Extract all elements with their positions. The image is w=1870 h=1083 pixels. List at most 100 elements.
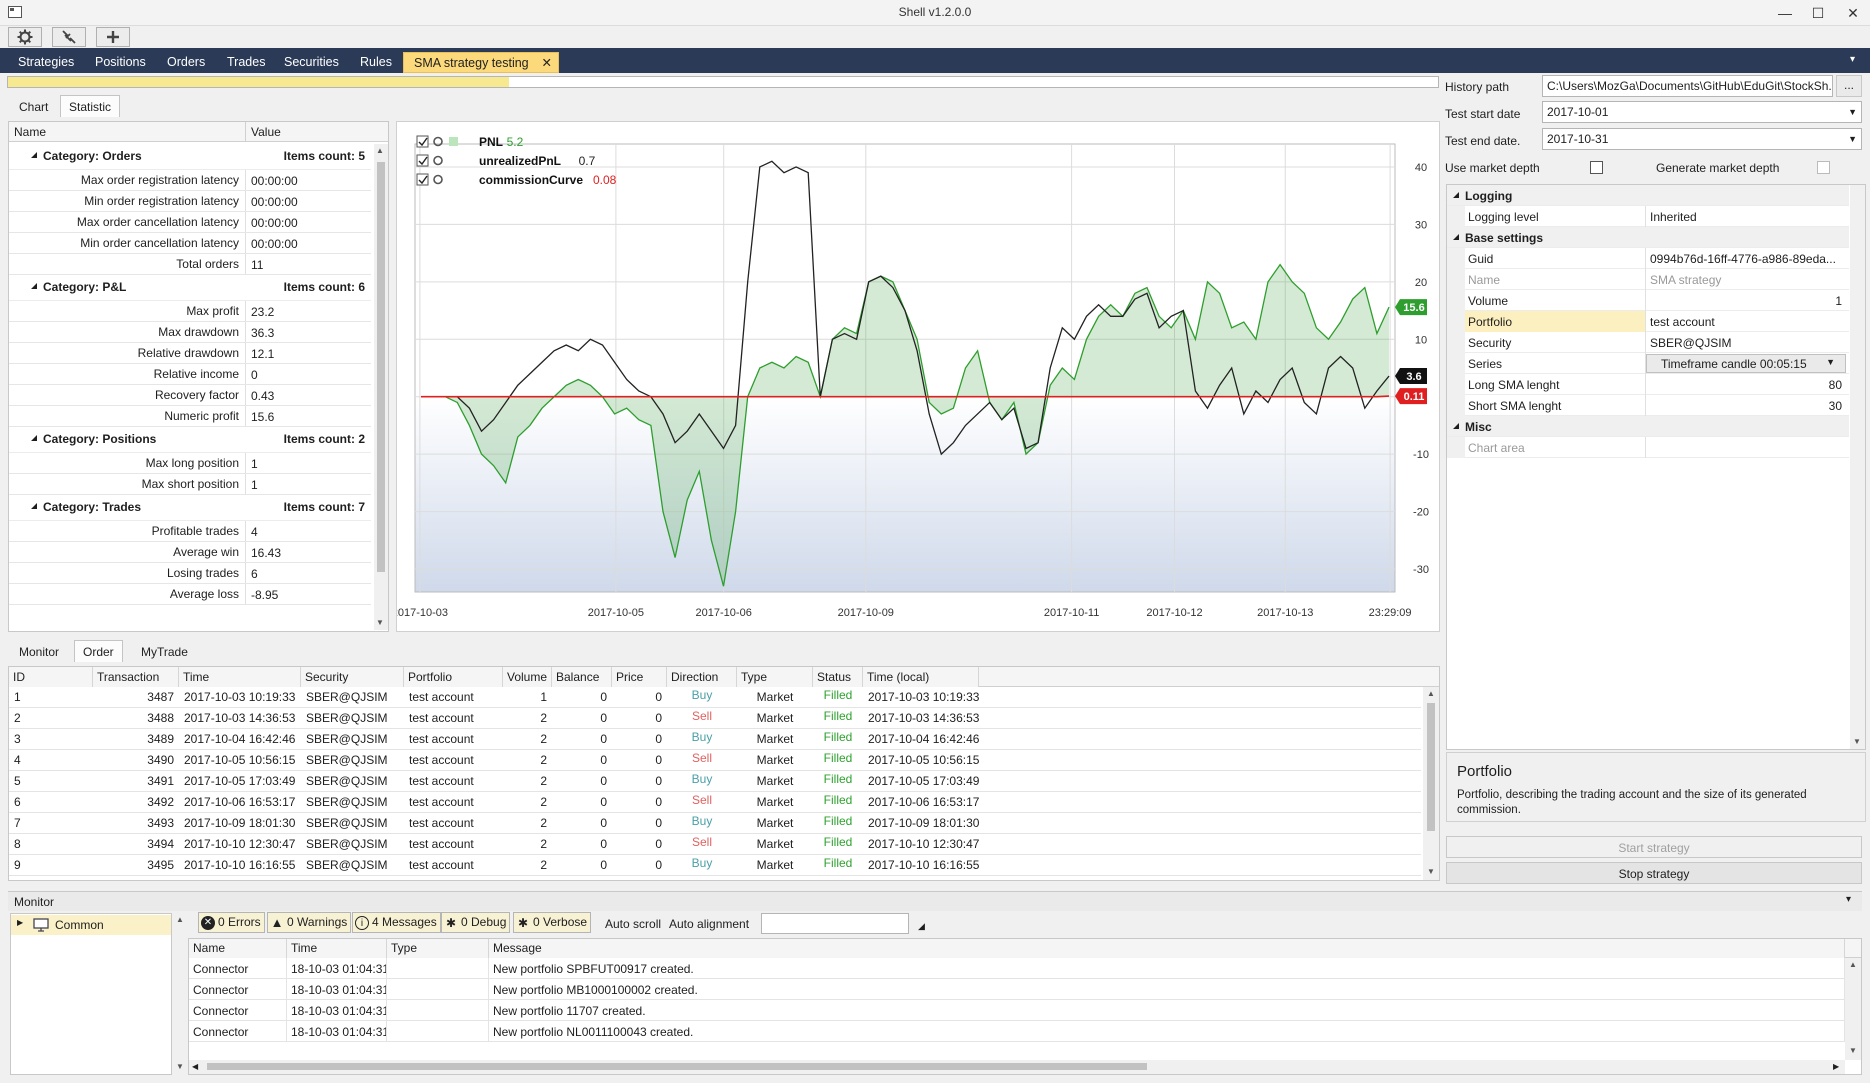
tab-chart[interactable]: Chart [11, 96, 56, 118]
property-value[interactable]: 1 [1646, 294, 1842, 308]
orders-scrollbar[interactable]: ▲ ▼ [1423, 687, 1439, 880]
property-row[interactable]: Portfolio test account [1447, 311, 1849, 332]
property-value[interactable]: Inherited [1646, 210, 1846, 224]
start-date-picker[interactable]: 2017-10-01 ▼ [1542, 101, 1862, 123]
statistic-row[interactable]: Min order registration latency 00:00:00 [9, 191, 371, 212]
scroll-right-icon[interactable]: ▶ [1833, 1062, 1839, 1071]
statistic-row[interactable]: Max profit 23.2 [9, 301, 371, 322]
monitor-search-input[interactable] [761, 913, 909, 934]
scroll-left-icon[interactable]: ◀ [192, 1062, 198, 1071]
statistic-row[interactable]: Recovery factor 0.43 [9, 385, 371, 406]
orders-column-header[interactable]: Portfolio [404, 667, 503, 687]
table-row[interactable]: 1 3487 2017-10-03 10:19:33 SBER@QJSIM test a… [9, 687, 1421, 708]
scroll-up-icon[interactable]: ▲ [1849, 960, 1857, 969]
property-row[interactable]: Logging level Inherited [1447, 206, 1849, 227]
hscroll-thumb[interactable] [207, 1063, 1147, 1070]
expand-icon[interactable]: ▶ [17, 918, 23, 927]
pnl-chart[interactable]: 403020100-10-20-302017-10-032017-10-0520… [392, 122, 1439, 631]
tab-positions[interactable]: Positions [85, 52, 156, 73]
statistic-row[interactable]: Max order cancellation latency 00:00:00 [9, 212, 371, 233]
scroll-thumb[interactable] [1427, 703, 1435, 831]
tab-sma-strategy-testing[interactable]: SMA strategy testing ✕ [403, 52, 559, 73]
log-column-header[interactable]: Message [489, 939, 1845, 958]
gear-icon[interactable] [433, 174, 443, 185]
orders-column-header[interactable]: Security [301, 667, 404, 687]
statistic-row[interactable]: Relative drawdown 12.1 [9, 343, 371, 364]
scroll-down-icon[interactable]: ▼ [176, 1062, 184, 1071]
tab-order[interactable]: Order [74, 640, 123, 662]
gear-icon[interactable] [433, 155, 443, 166]
statistic-category[interactable]: ◢ Category: Positions Items count: 2 [9, 427, 371, 453]
close-button[interactable]: ✕ [1838, 2, 1868, 24]
property-value[interactable]: test account [1646, 315, 1846, 329]
property-value[interactable]: 30 [1646, 399, 1842, 413]
property-row[interactable]: Series Timeframe candle 00:05:15 ▼ [1447, 353, 1849, 374]
statistic-row[interactable]: Total orders 11 [9, 254, 371, 275]
log-scrollbar[interactable]: ▲ ▼ [1845, 958, 1861, 1060]
statistic-row[interactable]: Numeric profit 15.6 [9, 406, 371, 427]
scroll-up-icon[interactable]: ▲ [376, 146, 384, 155]
property-category[interactable]: ◢ Misc [1447, 416, 1849, 437]
orders-column-header[interactable]: Type [737, 667, 813, 687]
log-column-header[interactable]: Time [287, 939, 387, 958]
search-dropdown-icon[interactable]: ◢ [918, 921, 925, 932]
property-row[interactable]: Chart area [1447, 437, 1849, 458]
log-row[interactable]: Connector18-10-03 01:04:31.770 New portfo… [189, 1000, 1845, 1021]
orders-column-header[interactable]: Time (local) [863, 667, 979, 687]
statistic-row[interactable]: Min order cancellation latency 00:00:00 [9, 233, 371, 254]
tab-trades[interactable]: Trades [217, 52, 275, 73]
log-row[interactable]: Connector18-10-03 01:04:31.770 New portfo… [189, 1021, 1845, 1042]
scroll-up-icon[interactable]: ▲ [1427, 689, 1435, 698]
add-button[interactable] [96, 27, 130, 47]
errors-filter[interactable]: ✕ 0 Errors [198, 912, 265, 933]
collapse-icon[interactable]: ◢ [1453, 232, 1459, 241]
collapse-icon[interactable]: ◢ [1453, 421, 1459, 430]
property-row[interactable]: Name SMA strategy [1447, 269, 1849, 290]
tab-orders[interactable]: Orders [157, 52, 215, 73]
minimize-button[interactable]: — [1770, 2, 1800, 24]
collapse-icon[interactable]: ◢ [31, 281, 37, 290]
stop-strategy-button[interactable]: Stop strategy [1446, 862, 1862, 884]
series-dropdown[interactable]: Timeframe candle 00:05:15 ▼ [1646, 354, 1846, 373]
property-category[interactable]: ◢ Logging [1447, 185, 1849, 206]
settings-button[interactable] [8, 27, 42, 47]
statistic-row[interactable]: Relative income 0 [9, 364, 371, 385]
statistic-category[interactable]: ◢ Category: P&L Items count: 6 [9, 275, 371, 301]
scroll-down-icon[interactable]: ▼ [1427, 867, 1435, 876]
property-row[interactable]: Security SBER@QJSIM [1447, 332, 1849, 353]
property-row[interactable]: Short SMA lenght 30 [1447, 395, 1849, 416]
history-path-input[interactable]: C:\Users\MozGa\Documents\GitHub\EduGit\S… [1542, 75, 1833, 97]
scroll-down-icon[interactable]: ▼ [1853, 737, 1861, 746]
orders-column-header[interactable]: Status [813, 667, 863, 687]
generate-market-depth-checkbox[interactable] [1817, 161, 1830, 174]
statistic-row[interactable]: Losing trades 6 [9, 563, 371, 584]
property-value[interactable]: 80 [1646, 378, 1842, 392]
property-value[interactable]: SBER@QJSIM [1646, 336, 1846, 350]
property-scrollbar[interactable]: ▼ [1850, 185, 1865, 749]
collapse-icon[interactable]: ◢ [31, 150, 37, 159]
dropdown-icon[interactable]: ▼ [1848, 102, 1857, 122]
orders-column-header[interactable]: Balance [552, 667, 612, 687]
messages-filter[interactable]: i4 Messages [352, 912, 441, 933]
statistic-row[interactable]: Max short position 1 [9, 474, 371, 495]
property-row[interactable]: Guid 0994b76d-16ff-4776-a986-89eda... [1447, 248, 1849, 269]
table-row[interactable]: 8 3494 2017-10-10 12:30:47 SBER@QJSIM test a… [9, 834, 1421, 855]
log-row[interactable]: Connector18-10-03 01:04:31.770 New portfo… [189, 958, 1845, 979]
property-category[interactable]: ◢ Base settings [1447, 227, 1849, 248]
scroll-up-icon[interactable]: ▲ [176, 915, 184, 924]
tab-monitor[interactable]: Monitor [11, 641, 67, 663]
scroll-thumb[interactable] [377, 162, 385, 572]
verbose-filter[interactable]: ✱ 0 Verbose [513, 912, 592, 933]
log-column-header[interactable]: Name [189, 939, 287, 958]
property-row[interactable]: Long SMA lenght 80 [1447, 374, 1849, 395]
statistic-row[interactable]: Average win 16.43 [9, 542, 371, 563]
scroll-down-icon[interactable]: ▼ [376, 618, 384, 627]
table-row[interactable]: 4 3490 2017-10-05 10:56:15 SBER@QJSIM test a… [9, 750, 1421, 771]
orders-column-header[interactable]: ID [9, 667, 93, 687]
tab-overflow-icon[interactable]: ▾ [1850, 54, 1855, 65]
auto-alignment-toggle[interactable]: Auto alignment [669, 917, 749, 931]
statistic-row[interactable]: Max long position 1 [9, 453, 371, 474]
log-column-header[interactable]: Type [387, 939, 489, 958]
scroll-down-icon[interactable]: ▼ [1849, 1046, 1857, 1055]
end-date-picker[interactable]: 2017-10-31 ▼ [1542, 128, 1862, 150]
